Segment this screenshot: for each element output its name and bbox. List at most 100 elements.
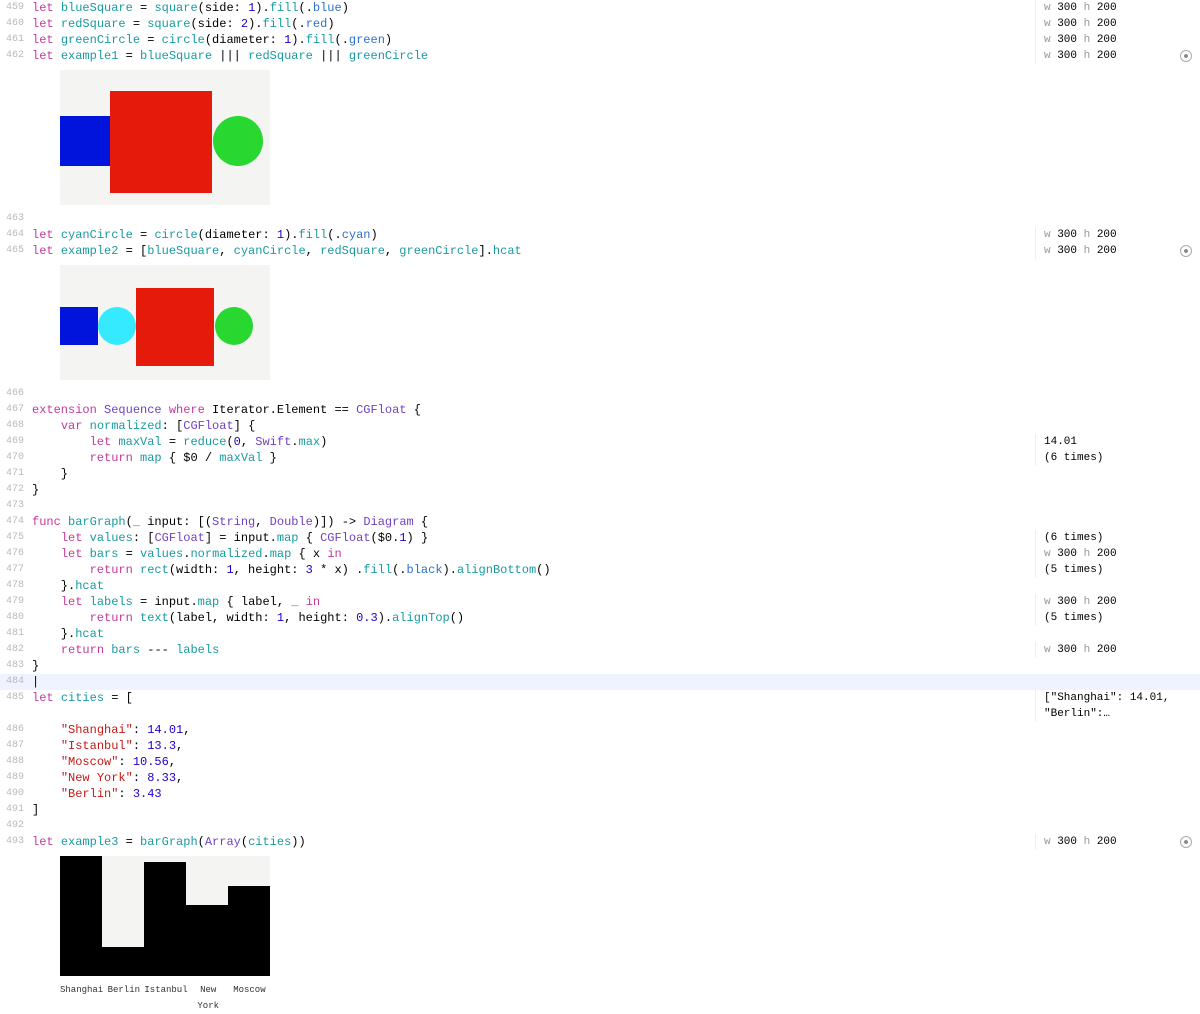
result-size: w 300 h 200 <box>1044 48 1117 64</box>
code-content[interactable]: let greenCircle = circle(diameter: 1).fi… <box>28 32 1035 48</box>
code-content[interactable]: func barGraph(_ input: [(String, Double)… <box>28 514 1035 530</box>
code-line[interactable]: 469 let maxVal = reduce(0, Swift.max)14.… <box>0 434 1200 450</box>
code-line[interactable]: 462let example1 = blueSquare ||| redSqua… <box>0 48 1200 64</box>
shape-circle <box>215 307 253 345</box>
code-content[interactable]: return rect(width: 1, height: 3 * x) .fi… <box>28 562 1035 578</box>
code-line[interactable]: 466 <box>0 386 1200 402</box>
code-content[interactable]: }.hcat <box>28 626 1035 642</box>
code-line[interactable]: 485let cities = [ ["Shanghai": 14.01, "Be… <box>0 690 1200 722</box>
shape-rect <box>60 307 98 345</box>
code-content[interactable]: let blueSquare = square(side: 1).fill(.b… <box>28 0 1035 16</box>
code-content[interactable]: | <box>28 674 1035 690</box>
line-number: 490 <box>0 786 28 802</box>
result-sidebar: ["Shanghai": 14.01, "Berlin":… <box>1035 690 1200 722</box>
code-line[interactable]: 472} <box>0 482 1200 498</box>
chart-label: Shanghai <box>60 982 103 1014</box>
code-line[interactable]: 482 return bars --- labelsw 300 h 200 <box>0 642 1200 658</box>
line-number: 485 <box>0 690 28 706</box>
code-content[interactable]: var normalized: [CGFloat] { <box>28 418 1035 434</box>
quicklook-icon[interactable] <box>1180 245 1192 257</box>
result-sidebar: w 300 h 200 <box>1035 0 1200 16</box>
code-line[interactable]: 476 let bars = values.normalized.map { x… <box>0 546 1200 562</box>
chart-bar <box>144 862 186 976</box>
code-content[interactable]: "Berlin": 3.43 <box>28 786 1035 802</box>
code-line[interactable]: 464let cyanCircle = circle(diameter: 1).… <box>0 227 1200 243</box>
code-line[interactable]: 475 let values: [CGFloat] = input.map { … <box>0 530 1200 546</box>
chart-labels: ShanghaiBerlinIstanbulNew YorkMoscow <box>60 982 270 1014</box>
code-line[interactable]: 490 "Berlin": 3.43 <box>0 786 1200 802</box>
code-content[interactable]: return text(label, width: 1, height: 0.3… <box>28 610 1035 626</box>
code-content[interactable]: ] <box>28 802 1035 818</box>
result-size: w 300 h 200 <box>1044 546 1117 562</box>
shape-rect <box>60 116 110 166</box>
line-number: 459 <box>0 0 28 16</box>
result-sidebar: w 300 h 200 <box>1035 243 1200 259</box>
code-line[interactable]: 467extension Sequence where Iterator.Ele… <box>0 402 1200 418</box>
code-content[interactable]: let cities = [ <box>28 690 1035 706</box>
line-number: 471 <box>0 466 28 482</box>
code-line[interactable]: 480 return text(label, width: 1, height:… <box>0 610 1200 626</box>
shape-circle <box>98 307 136 345</box>
code-line[interactable]: 470 return map { $0 / maxVal }(6 times) <box>0 450 1200 466</box>
code-line[interactable]: 460let redSquare = square(side: 2).fill(… <box>0 16 1200 32</box>
result-size: w 300 h 200 <box>1044 834 1117 850</box>
code-line[interactable]: 473 <box>0 498 1200 514</box>
code-content[interactable]: }.hcat <box>28 578 1035 594</box>
code-line[interactable]: 487 "Istanbul": 13.3, <box>0 738 1200 754</box>
code-content[interactable]: let labels = input.map { label, _ in <box>28 594 1035 610</box>
inline-preview <box>60 856 270 976</box>
code-line[interactable]: 477 return rect(width: 1, height: 3 * x)… <box>0 562 1200 578</box>
code-line[interactable]: 479 let labels = input.map { label, _ in… <box>0 594 1200 610</box>
code-line[interactable]: 463 <box>0 211 1200 227</box>
result-text: ["Shanghai": 14.01, "Berlin":… <box>1044 690 1200 722</box>
line-number: 486 <box>0 722 28 738</box>
code-line[interactable]: 484| <box>0 674 1200 690</box>
code-content[interactable]: return bars --- labels <box>28 642 1035 658</box>
code-content[interactable]: "New York": 8.33, <box>28 770 1035 786</box>
code-content[interactable]: "Istanbul": 13.3, <box>28 738 1035 754</box>
code-line[interactable]: 481 }.hcat <box>0 626 1200 642</box>
code-line[interactable]: 489 "New York": 8.33, <box>0 770 1200 786</box>
code-content[interactable]: let cyanCircle = circle(diameter: 1).fil… <box>28 227 1035 243</box>
result-sidebar: w 300 h 200 <box>1035 546 1200 562</box>
code-line[interactable]: 478 }.hcat <box>0 578 1200 594</box>
code-line[interactable]: 492 <box>0 818 1200 834</box>
code-line[interactable]: 483} <box>0 658 1200 674</box>
code-content[interactable]: let example3 = barGraph(Array(cities)) <box>28 834 1035 850</box>
quicklook-icon[interactable] <box>1180 50 1192 62</box>
code-line[interactable]: 465let example2 = [blueSquare, cyanCircl… <box>0 243 1200 259</box>
code-content[interactable]: return map { $0 / maxVal } <box>28 450 1035 466</box>
line-number: 493 <box>0 834 28 850</box>
code-content[interactable]: } <box>28 482 1035 498</box>
code-line[interactable]: 461let greenCircle = circle(diameter: 1)… <box>0 32 1200 48</box>
chart-label: Istanbul <box>144 982 187 1014</box>
code-line[interactable]: 474func barGraph(_ input: [(String, Doub… <box>0 514 1200 530</box>
result-sidebar: (6 times) <box>1035 450 1200 466</box>
code-content[interactable]: let maxVal = reduce(0, Swift.max) <box>28 434 1035 450</box>
line-number: 461 <box>0 32 28 48</box>
code-content[interactable]: let values: [CGFloat] = input.map { CGFl… <box>28 530 1035 546</box>
code-line[interactable]: 488 "Moscow": 10.56, <box>0 754 1200 770</box>
line-number: 491 <box>0 802 28 818</box>
code-content[interactable]: let bars = values.normalized.map { x in <box>28 546 1035 562</box>
code-content[interactable]: let redSquare = square(side: 2).fill(.re… <box>28 16 1035 32</box>
code-line[interactable]: 459let blueSquare = square(side: 1).fill… <box>0 0 1200 16</box>
code-line[interactable]: 493let example3 = barGraph(Array(cities)… <box>0 834 1200 850</box>
code-content[interactable]: } <box>28 658 1035 674</box>
chart-bar <box>228 886 270 976</box>
code-content[interactable]: } <box>28 466 1035 482</box>
code-content[interactable]: "Shanghai": 14.01, <box>28 722 1035 738</box>
code-line[interactable]: 468 var normalized: [CGFloat] { <box>0 418 1200 434</box>
code-line[interactable]: 491] <box>0 802 1200 818</box>
code-line[interactable]: 486 "Shanghai": 14.01, <box>0 722 1200 738</box>
code-content[interactable]: let example2 = [blueSquare, cyanCircle, … <box>28 243 1035 259</box>
result-size: w 300 h 200 <box>1044 243 1117 259</box>
quicklook-icon[interactable] <box>1180 836 1192 848</box>
result-sidebar: (5 times) <box>1035 562 1200 578</box>
code-line[interactable]: 471 } <box>0 466 1200 482</box>
code-content[interactable]: extension Sequence where Iterator.Elemen… <box>28 402 1035 418</box>
line-number: 474 <box>0 514 28 530</box>
result-size: w 300 h 200 <box>1044 0 1117 16</box>
code-content[interactable]: let example1 = blueSquare ||| redSquare … <box>28 48 1035 64</box>
code-content[interactable]: "Moscow": 10.56, <box>28 754 1035 770</box>
